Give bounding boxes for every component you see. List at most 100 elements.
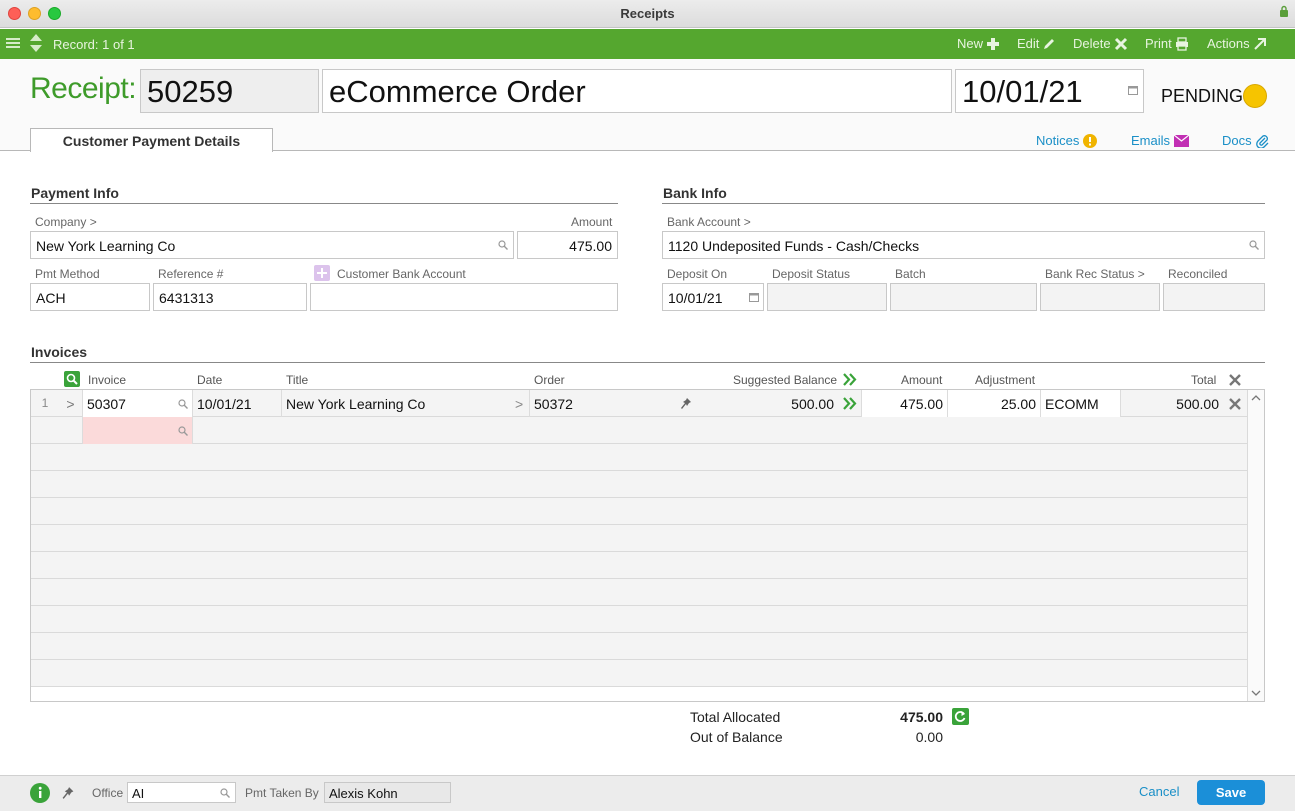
- add-bank-account-icon[interactable]: [314, 265, 330, 281]
- chevron-down-icon[interactable]: [1251, 690, 1261, 697]
- new-invoice-input[interactable]: [83, 417, 193, 444]
- total-allocated-label: Total Allocated: [690, 709, 781, 725]
- pmt-taken-by-field: Alexis Kohn: [324, 782, 451, 803]
- print-button-label: Print: [1145, 36, 1172, 51]
- row-order: 50372: [534, 396, 573, 412]
- row-invoice[interactable]: 50307: [83, 390, 193, 417]
- lock-icon: [1280, 5, 1288, 17]
- row-expand-button[interactable]: >: [59, 390, 83, 417]
- delete-row-icon[interactable]: [1229, 398, 1241, 410]
- table-row[interactable]: [31, 417, 1247, 444]
- apply-all-icon[interactable]: [843, 373, 857, 386]
- deposit-on-field[interactable]: 10/01/21: [662, 283, 764, 311]
- empty-row: [31, 552, 1247, 579]
- apply-balance-icon[interactable]: [843, 397, 857, 410]
- col-invoice[interactable]: Invoice: [88, 373, 126, 387]
- amount-field[interactable]: 475.00: [517, 231, 618, 259]
- docs-link[interactable]: Docs: [1222, 133, 1269, 148]
- calendar-icon[interactable]: [749, 292, 759, 302]
- edit-button[interactable]: Edit: [1017, 36, 1056, 51]
- col-adjustment[interactable]: Adjustment: [975, 373, 1035, 387]
- empty-row: [31, 606, 1247, 633]
- payment-info-title: Payment Info: [31, 185, 119, 201]
- payment-info-rule: [30, 203, 618, 204]
- reconciled-label: Reconciled: [1168, 267, 1228, 281]
- search-icon[interactable]: [178, 399, 188, 409]
- save-button[interactable]: Save: [1197, 780, 1265, 805]
- batch-field: [890, 283, 1037, 311]
- receipt-date-field[interactable]: 10/01/21: [955, 69, 1144, 113]
- company-field[interactable]: New York Learning Co: [30, 231, 514, 259]
- record-navigate-icon[interactable]: [29, 33, 43, 53]
- company-label[interactable]: Company >: [35, 215, 97, 229]
- row-title-link[interactable]: >: [511, 390, 530, 417]
- emails-link[interactable]: Emails: [1131, 133, 1190, 148]
- row-amount[interactable]: 475.00: [861, 390, 948, 417]
- x-icon: [1114, 37, 1127, 50]
- empty-row: [31, 579, 1247, 606]
- bank-rec-status-label[interactable]: Bank Rec Status >: [1045, 267, 1145, 281]
- reference-field[interactable]: 6431313: [153, 283, 307, 311]
- emails-label: Emails: [1131, 133, 1171, 148]
- bank-account-label[interactable]: Bank Account >: [667, 215, 751, 229]
- docs-label: Docs: [1222, 133, 1252, 148]
- menu-icon[interactable]: [6, 36, 20, 50]
- actions-button[interactable]: Actions: [1207, 36, 1267, 51]
- customer-bank-label: Customer Bank Account: [337, 267, 466, 281]
- deposit-on-label: Deposit On: [667, 267, 728, 281]
- arrow-out-icon: [1253, 37, 1266, 50]
- table-row[interactable]: 1 > 50307 10/01/21 New York Learning Co …: [31, 390, 1247, 417]
- search-icon[interactable]: [178, 426, 188, 436]
- tab-customer-payment-details[interactable]: Customer Payment Details: [30, 128, 273, 152]
- actions-button-label: Actions: [1207, 36, 1250, 51]
- bank-account-field[interactable]: 1120 Undeposited Funds - Cash/Checks: [662, 231, 1265, 259]
- receipt-description-field[interactable]: eCommerce Order: [322, 69, 952, 113]
- refresh-icon[interactable]: [952, 708, 969, 725]
- calendar-icon[interactable]: [1128, 85, 1138, 95]
- bank-info-title: Bank Info: [663, 185, 727, 201]
- bank-account-value: 1120 Undeposited Funds - Cash/Checks: [668, 238, 920, 254]
- new-button-label: New: [957, 36, 984, 51]
- pin-icon[interactable]: [61, 786, 75, 800]
- cancel-button[interactable]: Cancel: [1139, 784, 1179, 799]
- office-field[interactable]: AI: [127, 782, 236, 803]
- print-button[interactable]: Print: [1145, 36, 1189, 51]
- total-allocated-value: 475.00: [900, 709, 943, 725]
- invoice-search-icon[interactable]: [64, 371, 80, 387]
- customer-bank-field[interactable]: [310, 283, 618, 311]
- receipt-date-value: 10/01/21: [962, 74, 1083, 109]
- search-icon[interactable]: [1249, 240, 1259, 250]
- search-icon[interactable]: [220, 788, 230, 798]
- office-value: AI: [132, 786, 145, 801]
- delete-button[interactable]: Delete: [1073, 36, 1128, 51]
- pin-icon[interactable]: [680, 397, 692, 410]
- grid-scrollbar[interactable]: [1247, 390, 1264, 701]
- pmt-method-label: Pmt Method: [35, 267, 100, 281]
- col-order[interactable]: Order: [534, 373, 565, 387]
- empty-row: [31, 498, 1247, 525]
- pmt-method-field[interactable]: ACH: [30, 283, 150, 311]
- col-amount[interactable]: Amount: [901, 373, 942, 387]
- out-of-balance-label: Out of Balance: [690, 729, 783, 745]
- col-suggested-balance[interactable]: Suggested Balance: [733, 373, 837, 387]
- col-total[interactable]: Total: [1191, 373, 1216, 387]
- chevron-up-icon[interactable]: [1251, 394, 1261, 401]
- new-button[interactable]: New: [957, 36, 1000, 51]
- row-blank: [31, 417, 83, 444]
- search-icon[interactable]: [498, 240, 508, 250]
- col-date[interactable]: Date: [197, 373, 222, 387]
- col-title[interactable]: Title: [286, 373, 308, 387]
- row-number: 1: [41, 396, 49, 410]
- pmt-taken-by-label: Pmt Taken By: [245, 786, 319, 800]
- notices-label: Notices: [1036, 133, 1080, 148]
- notices-link[interactable]: Notices: [1036, 133, 1098, 148]
- info-icon[interactable]: [30, 783, 50, 803]
- row-adjustment[interactable]: 25.00: [948, 390, 1041, 417]
- empty-row: [31, 660, 1247, 687]
- row-adj-code[interactable]: ECOMM: [1041, 390, 1121, 417]
- row-title: New York Learning Co: [286, 396, 426, 412]
- empty-row: [31, 525, 1247, 552]
- clear-all-icon[interactable]: [1229, 374, 1241, 386]
- out-of-balance-value: 0.00: [915, 729, 943, 745]
- empty-row: [31, 444, 1247, 471]
